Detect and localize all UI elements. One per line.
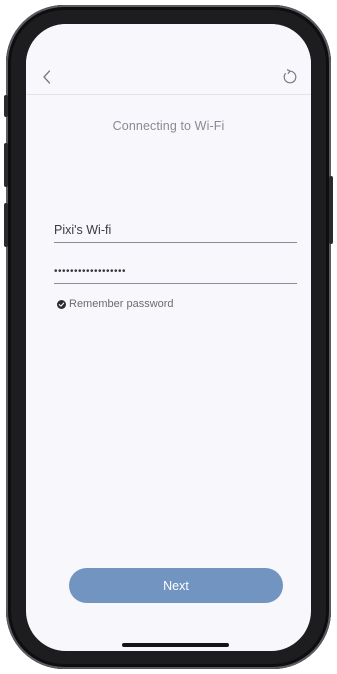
top-bar bbox=[26, 24, 311, 95]
phone-volume-up-button bbox=[4, 143, 8, 187]
refresh-icon bbox=[283, 69, 297, 84]
refresh-button[interactable] bbox=[280, 67, 300, 87]
remember-password-label: Remember password bbox=[69, 298, 174, 310]
password-field bbox=[54, 259, 297, 284]
remember-password-checkbox[interactable]: Remember password bbox=[57, 298, 174, 310]
phone-mute-switch bbox=[4, 95, 8, 117]
wifi-name-input[interactable] bbox=[54, 218, 297, 242]
wifi-name-field bbox=[54, 218, 297, 243]
app-screen: Connecting to Wi-Fi Remember password Ne… bbox=[26, 24, 311, 651]
phone-power-button bbox=[329, 176, 333, 244]
next-button[interactable]: Next bbox=[69, 568, 283, 603]
page-title: Connecting to Wi-Fi bbox=[112, 119, 225, 133]
chevron-left-icon bbox=[43, 70, 51, 84]
check-circle-icon bbox=[57, 299, 66, 309]
home-indicator bbox=[122, 643, 229, 647]
phone-volume-down-button bbox=[4, 203, 8, 247]
back-button[interactable] bbox=[38, 68, 56, 86]
password-input[interactable] bbox=[54, 259, 297, 283]
